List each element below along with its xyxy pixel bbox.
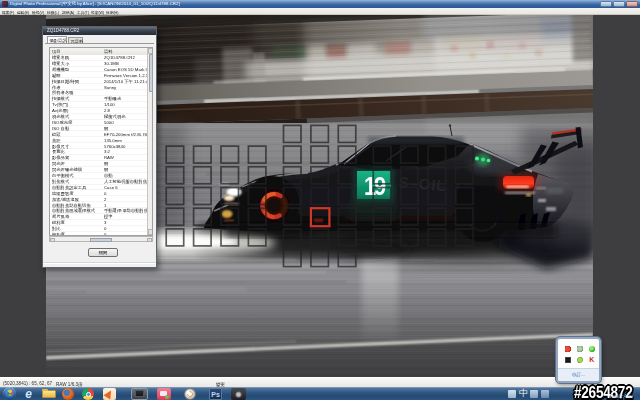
svg-text:19: 19 [364, 172, 386, 201]
